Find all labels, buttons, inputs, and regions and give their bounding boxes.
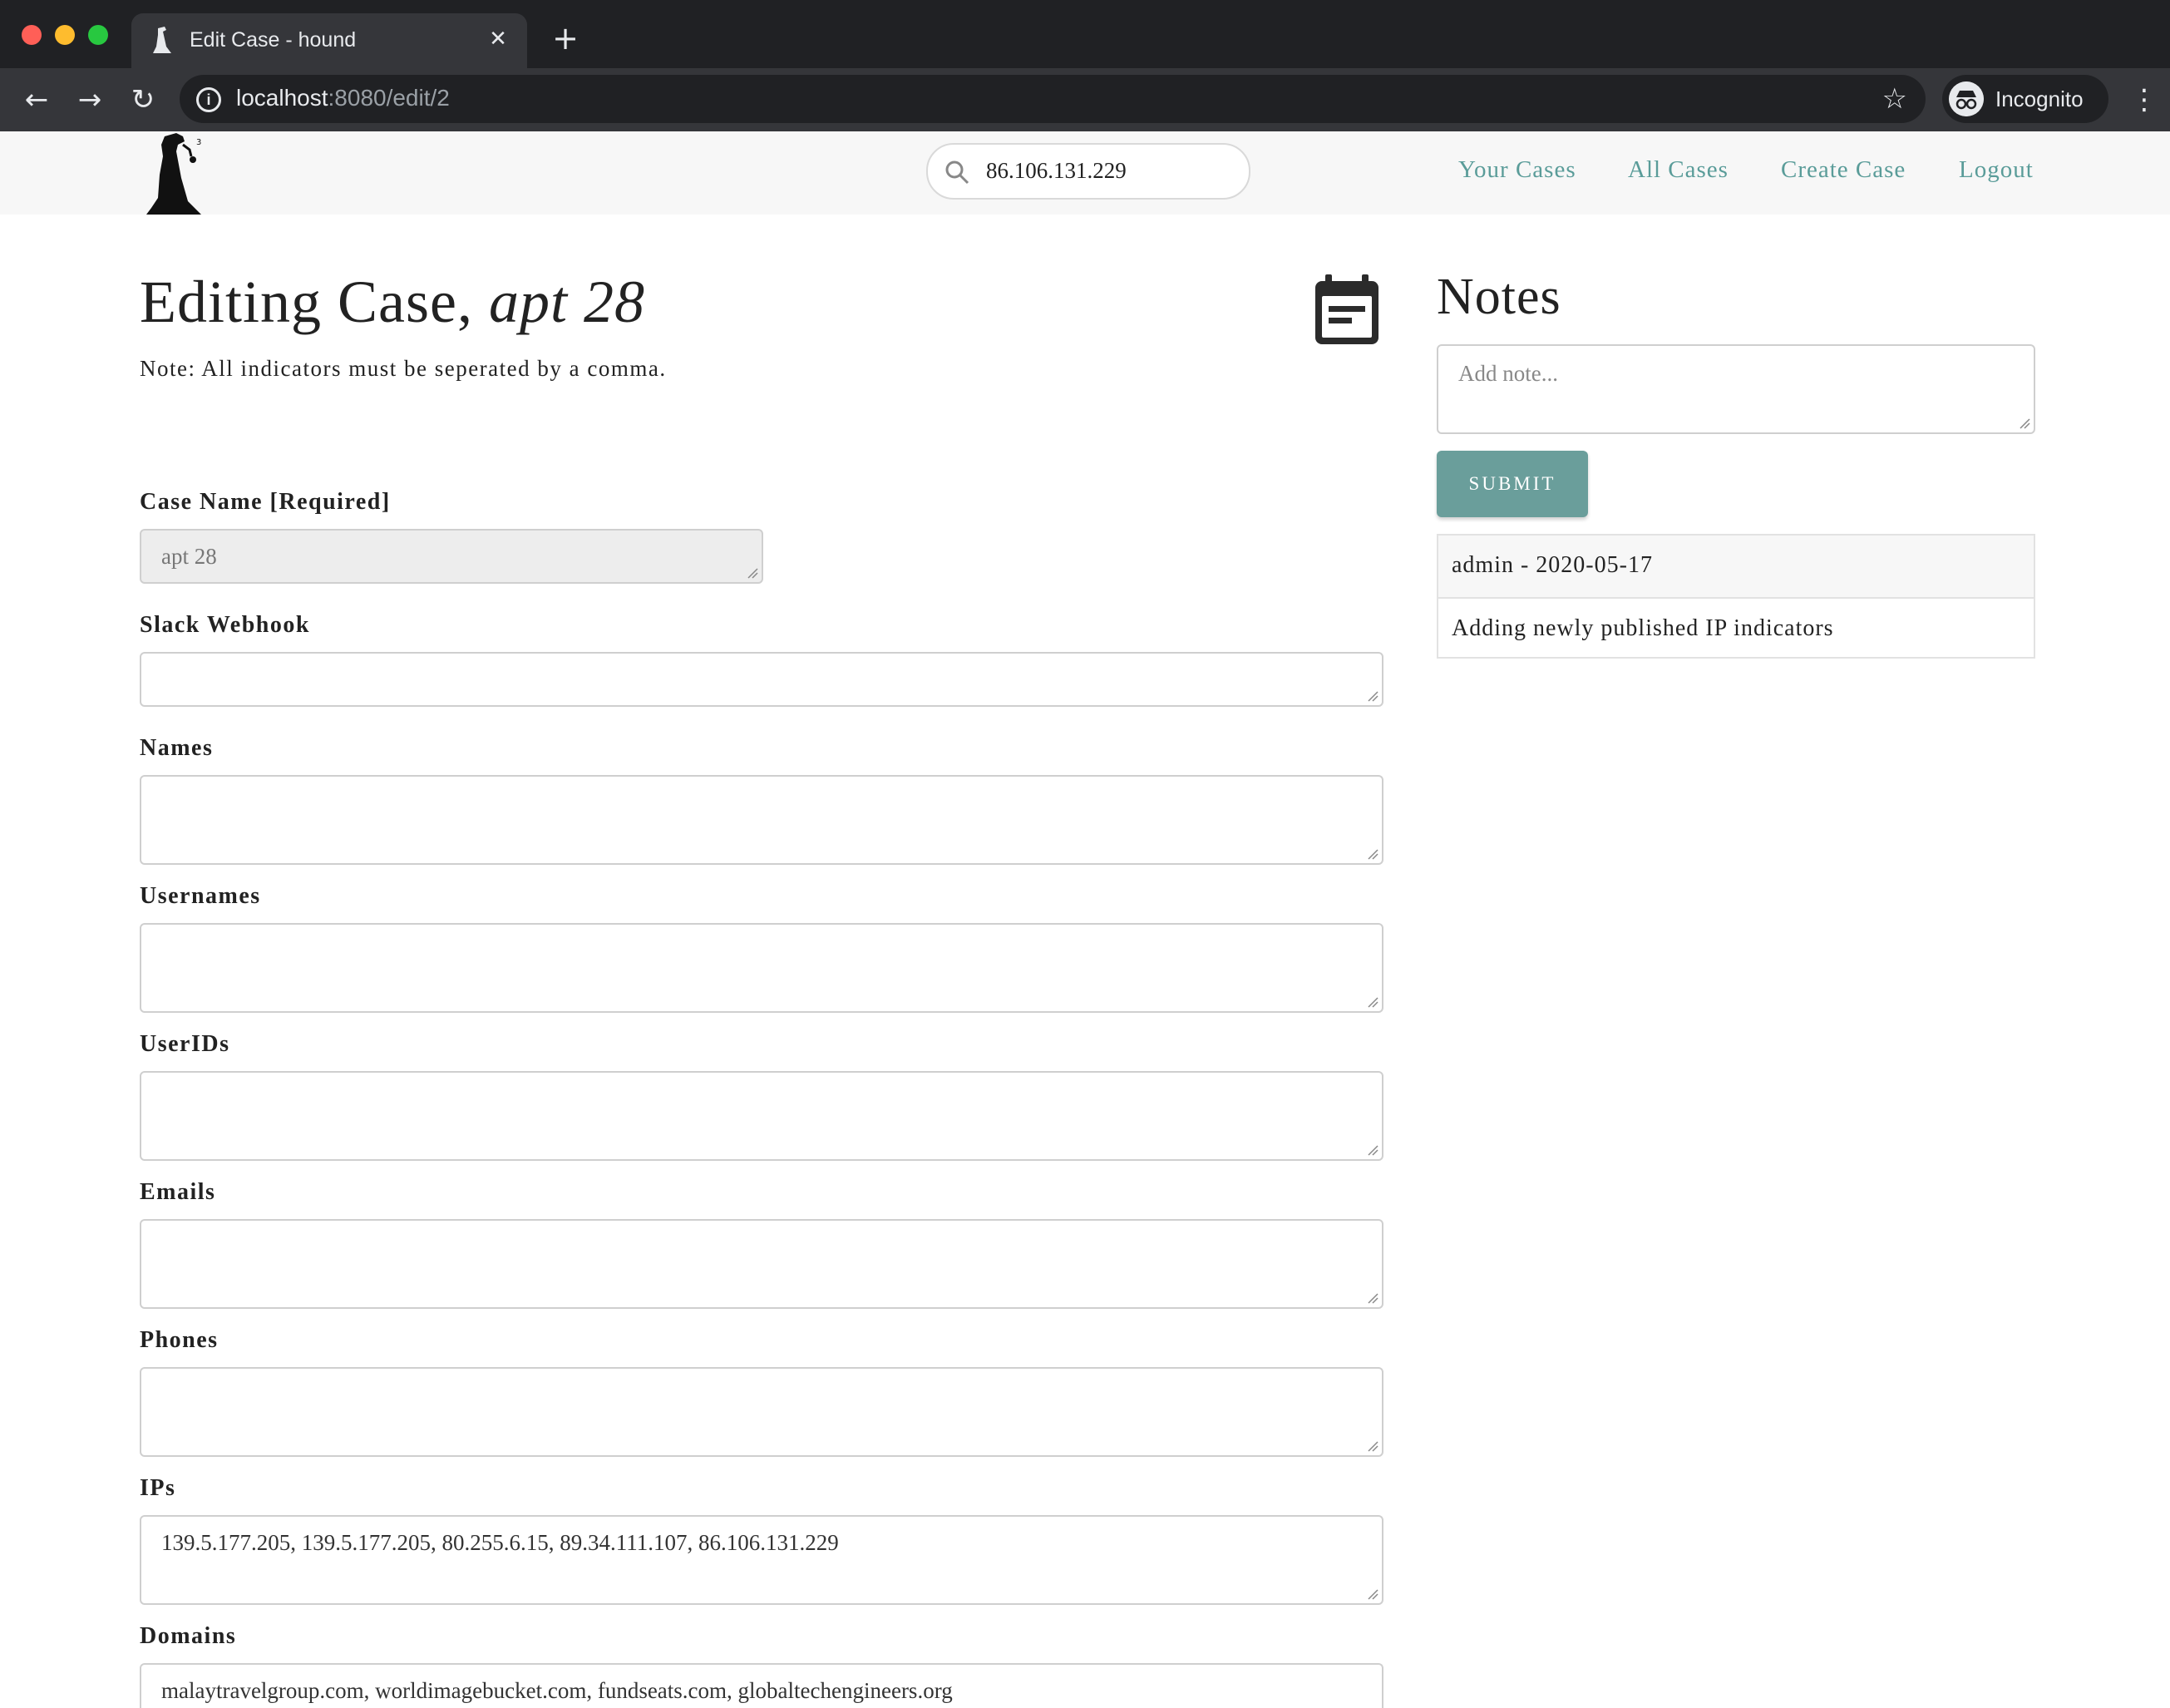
ips-label: IPs (140, 1475, 176, 1501)
bookmark-star-icon[interactable]: ☆ (1882, 83, 1907, 115)
incognito-profile-button[interactable]: Incognito (1942, 75, 2108, 123)
resize-grip-icon[interactable] (1367, 690, 1378, 702)
resize-grip-icon[interactable] (1367, 1144, 1378, 1156)
nav-logout[interactable]: Logout (1959, 156, 2034, 184)
incognito-label: Incognito (1995, 86, 2084, 111)
nav-your-cases[interactable]: Your Cases (1458, 156, 1576, 184)
search-value: 86.106.131.229 (986, 158, 1127, 183)
search-input[interactable]: 86.106.131.229 (926, 143, 1250, 200)
tab-title: Edit Case - hound (190, 28, 357, 52)
url-path: :8080/edit/2 (328, 85, 450, 111)
tab-close-icon[interactable]: ✕ (484, 25, 512, 53)
form-note: Note: All indicators must be seperated b… (140, 356, 667, 381)
browser-menu-icon[interactable]: ⋮ (2130, 83, 2158, 116)
incognito-icon (1949, 81, 1984, 116)
userids-label: UserIDs (140, 1031, 230, 1057)
minimize-window-button[interactable] (55, 25, 75, 45)
ips-value: 139.5.177.205, 139.5.177.205, 80.255.6.1… (161, 1530, 839, 1555)
maximize-window-button[interactable] (88, 25, 108, 45)
hound-logo-icon[interactable]: 3 (140, 131, 210, 215)
note-author-date: admin - 2020-05-17 (1452, 552, 1653, 578)
submit-note-button[interactable]: SUBMIT (1437, 451, 1588, 517)
resize-grip-icon[interactable] (1367, 1292, 1378, 1304)
browser-tab[interactable]: Edit Case - hound ✕ (131, 13, 527, 68)
emails-field[interactable] (140, 1219, 1383, 1309)
nav-create-case[interactable]: Create Case (1781, 156, 1906, 184)
app-header: 3 86.106.131.229 Your Cases All Cases Cr… (0, 131, 2170, 215)
svg-text:3: 3 (196, 138, 201, 147)
phones-label: Phones (140, 1327, 219, 1353)
site-info-icon[interactable]: i (196, 87, 221, 112)
browser-toolbar: ← → ↻ i localhost:8080/edit/2 ☆ Incognit… (0, 68, 2170, 131)
resize-grip-icon[interactable] (747, 567, 758, 579)
address-bar[interactable]: i localhost:8080/edit/2 ☆ (180, 75, 1926, 123)
note-card: admin - 2020-05-17 Adding newly publishe… (1437, 534, 2035, 659)
url-host: localhost (236, 85, 328, 111)
forward-icon[interactable]: → (73, 83, 106, 116)
note-card-body: Adding newly published IP indicators (1438, 599, 2034, 659)
new-tab-icon[interactable]: + (549, 22, 582, 55)
case-name-label: Case Name [Required] (140, 489, 391, 515)
note-card-header: admin - 2020-05-17 (1438, 536, 2034, 599)
reload-icon[interactable]: ↻ (126, 83, 160, 116)
note-placeholder: Add note... (1458, 361, 1558, 386)
url-text: localhost:8080/edit/2 (236, 85, 450, 111)
search-icon (945, 160, 969, 185)
userids-field[interactable] (140, 1071, 1383, 1161)
note-input[interactable]: Add note... (1437, 344, 2035, 434)
resize-grip-icon[interactable] (1367, 1588, 1378, 1600)
usernames-field[interactable] (140, 923, 1383, 1013)
phones-field[interactable] (140, 1367, 1383, 1457)
slack-webhook-field[interactable] (140, 652, 1383, 707)
names-label: Names (140, 735, 214, 761)
names-field[interactable] (140, 775, 1383, 865)
case-name-value: apt 28 (161, 544, 217, 569)
slack-webhook-label: Slack Webhook (140, 612, 310, 638)
domains-label: Domains (140, 1623, 237, 1649)
title-prefix: Editing Case, (140, 269, 489, 335)
resize-grip-icon[interactable] (1367, 1440, 1378, 1452)
resize-grip-icon[interactable] (1367, 996, 1378, 1008)
note-body-text: Adding newly published IP indicators (1452, 615, 1834, 641)
hound-favicon-icon (153, 27, 171, 53)
domains-value: malaytravelgroup.com, worldimagebucket.c… (161, 1678, 953, 1703)
title-case-name: apt 28 (488, 269, 645, 335)
usernames-label: Usernames (140, 883, 261, 909)
notes-title: Notes (1437, 269, 1561, 325)
resize-grip-icon[interactable] (2019, 417, 2030, 429)
calendar-icon[interactable] (1314, 274, 1380, 344)
back-icon[interactable]: ← (20, 83, 53, 116)
page-title: Editing Case, apt 28 (140, 268, 645, 337)
domains-field[interactable]: malaytravelgroup.com, worldimagebucket.c… (140, 1663, 1383, 1708)
resize-grip-icon[interactable] (1367, 848, 1378, 860)
emails-label: Emails (140, 1179, 216, 1205)
browser-tab-strip: Edit Case - hound ✕ + (0, 0, 2170, 68)
close-window-button[interactable] (22, 25, 42, 45)
ips-field[interactable]: 139.5.177.205, 139.5.177.205, 80.255.6.1… (140, 1515, 1383, 1605)
nav-all-cases[interactable]: All Cases (1628, 156, 1729, 184)
case-name-field: apt 28 (140, 529, 763, 584)
